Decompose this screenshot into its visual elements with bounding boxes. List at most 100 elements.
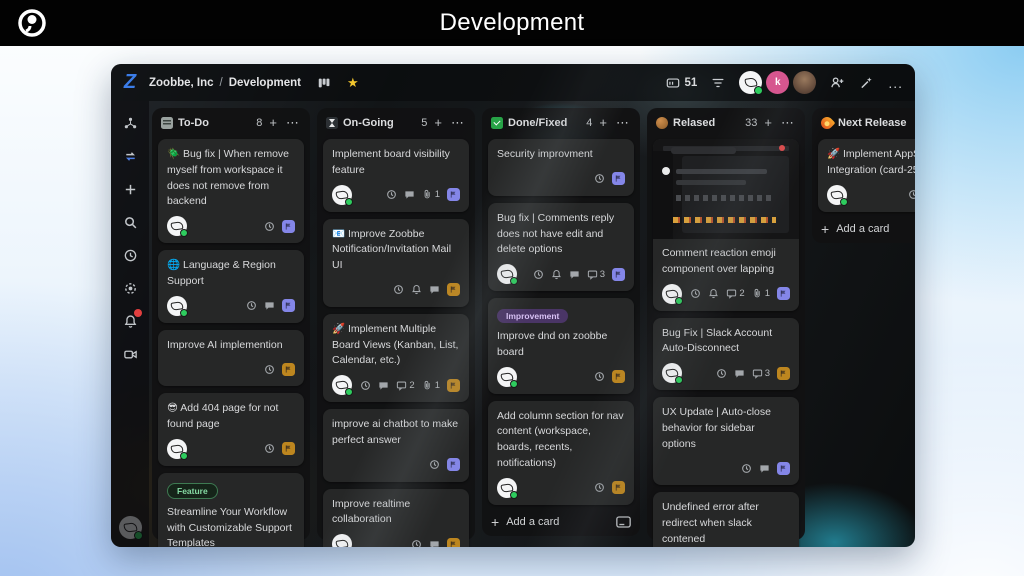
card-member-avatar[interactable]: [167, 296, 187, 316]
card-member-avatar[interactable]: [497, 367, 517, 387]
card-member-avatar[interactable]: [167, 439, 187, 459]
column-more-icon[interactable]: ⋯: [614, 118, 631, 128]
attachment-icon[interactable]: 1: [752, 288, 770, 299]
clock-icon[interactable]: [594, 482, 605, 493]
clock-icon[interactable]: [264, 443, 275, 454]
clock-icon[interactable]: [908, 189, 915, 200]
clock-icon[interactable]: [386, 189, 397, 200]
card[interactable]: FeatureStreamline Your Workflow with Cus…: [158, 473, 304, 547]
avatar-member-3[interactable]: [793, 71, 816, 94]
add-icon[interactable]: [122, 181, 138, 197]
bell-icon[interactable]: [411, 284, 422, 295]
card-member-avatar[interactable]: [332, 185, 352, 205]
breadcrumb-workspace[interactable]: Zoobbe, Inc: [149, 77, 214, 89]
column-add-icon[interactable]: +: [432, 118, 444, 128]
filter-icon[interactable]: [711, 76, 725, 90]
add-card-button[interactable]: +Add a card: [818, 220, 915, 236]
card[interactable]: Improve realtime collaboration: [323, 489, 469, 548]
comment-icon[interactable]: [429, 284, 440, 295]
comment-icon[interactable]: [429, 539, 440, 548]
column-more-icon[interactable]: ⋯: [284, 118, 301, 128]
card-member-avatar[interactable]: [332, 375, 352, 395]
card[interactable]: 🚀 Implement AppSumo Integration (card-25…: [818, 139, 915, 212]
comment-icon[interactable]: [378, 380, 389, 391]
flag-purple-icon[interactable]: [282, 220, 295, 233]
flag-purple-icon[interactable]: [282, 299, 295, 312]
card-label-improvement[interactable]: Improvement: [497, 309, 568, 323]
sync-icon[interactable]: [122, 148, 138, 164]
attachment-icon[interactable]: 1: [422, 189, 440, 200]
clock-icon[interactable]: [264, 221, 275, 232]
flag-purple-icon[interactable]: [612, 268, 625, 281]
card-member-avatar[interactable]: [332, 534, 352, 547]
card[interactable]: Comment reaction emoji component over la…: [653, 139, 799, 311]
card[interactable]: 🌐 Language & Region Support: [158, 250, 304, 323]
column-more-icon[interactable]: ⋯: [779, 118, 796, 128]
flag-purple-icon[interactable]: [447, 188, 460, 201]
chat-icon[interactable]: 2: [726, 288, 744, 299]
flag-orange-icon[interactable]: [282, 442, 295, 455]
breadcrumb-board[interactable]: Development: [229, 77, 301, 89]
card[interactable]: Bug Fix | Slack Account Auto-Disconnect3: [653, 318, 799, 391]
attachment-icon[interactable]: 1: [422, 380, 440, 391]
column-add-icon[interactable]: +: [597, 118, 609, 128]
comment-icon[interactable]: [569, 269, 580, 280]
clock-icon[interactable]: [393, 284, 404, 295]
add-member-icon[interactable]: [830, 75, 845, 90]
card[interactable]: Bug fix | Comments reply does not have e…: [488, 203, 634, 291]
history-icon[interactable]: [122, 247, 138, 263]
card[interactable]: Add column section for nav content (work…: [488, 401, 634, 505]
clock-icon[interactable]: [411, 539, 422, 548]
clock-icon[interactable]: [429, 459, 440, 470]
flag-purple-icon[interactable]: [777, 287, 790, 300]
workspace-icon[interactable]: [122, 115, 138, 131]
flag-orange-icon[interactable]: [612, 370, 625, 383]
card[interactable]: 😎 Add 404 page for not found page: [158, 393, 304, 466]
star-icon[interactable]: ★: [347, 75, 359, 91]
flag-orange-icon[interactable]: [447, 379, 460, 392]
clock-icon[interactable]: [716, 368, 727, 379]
flag-orange-icon[interactable]: [447, 283, 460, 296]
card[interactable]: Undefined error after redirect when slac…: [653, 492, 799, 547]
flag-orange-icon[interactable]: [282, 363, 295, 376]
card-member-avatar[interactable]: [827, 185, 847, 205]
card-member-avatar[interactable]: [497, 264, 517, 284]
clock-icon[interactable]: [533, 269, 544, 280]
clock-icon[interactable]: [246, 300, 257, 311]
board-view-icon[interactable]: [317, 76, 331, 90]
avatar-member-2[interactable]: k: [766, 71, 789, 94]
comment-icon[interactable]: [759, 463, 770, 474]
card-member-avatar[interactable]: [662, 284, 682, 304]
notifications-icon[interactable]: [122, 313, 138, 329]
comment-icon[interactable]: [264, 300, 275, 311]
card[interactable]: Implement board visibility feature1: [323, 139, 469, 212]
flag-orange-icon[interactable]: [612, 481, 625, 494]
card[interactable]: ImprovementImprove dnd on zoobbe board: [488, 298, 634, 394]
comment-icon[interactable]: [734, 368, 745, 379]
column-add-icon[interactable]: +: [267, 118, 279, 128]
card-label-feature[interactable]: Feature: [167, 483, 218, 499]
clock-icon[interactable]: [741, 463, 752, 474]
flag-purple-icon[interactable]: [612, 172, 625, 185]
card[interactable]: UX Update | Auto-close behavior for side…: [653, 397, 799, 485]
flag-orange-icon[interactable]: [777, 367, 790, 380]
card[interactable]: 🪲 Bug fix | When remove myself from work…: [158, 139, 304, 243]
zoobbe-logo[interactable]: Z: [111, 71, 149, 94]
avatar-member-1[interactable]: [739, 71, 762, 94]
card-member-avatar[interactable]: [662, 363, 682, 383]
card-member-avatar[interactable]: [497, 478, 517, 498]
card[interactable]: Security improvment: [488, 139, 634, 196]
clock-icon[interactable]: [360, 380, 371, 391]
card-count-chip[interactable]: 51: [666, 76, 698, 90]
chat-icon[interactable]: 3: [587, 269, 605, 280]
search-icon[interactable]: [122, 214, 138, 230]
flag-purple-icon[interactable]: [447, 458, 460, 471]
comment-icon[interactable]: [404, 189, 415, 200]
card-member-avatar[interactable]: [167, 216, 187, 236]
bell-icon[interactable]: [708, 288, 719, 299]
card[interactable]: Improve AI implemention: [158, 330, 304, 387]
clock-icon[interactable]: [264, 364, 275, 375]
add-card-button[interactable]: +Add a card: [488, 513, 634, 529]
chat-icon[interactable]: 2: [396, 380, 414, 391]
chat-icon[interactable]: 3: [752, 368, 770, 379]
